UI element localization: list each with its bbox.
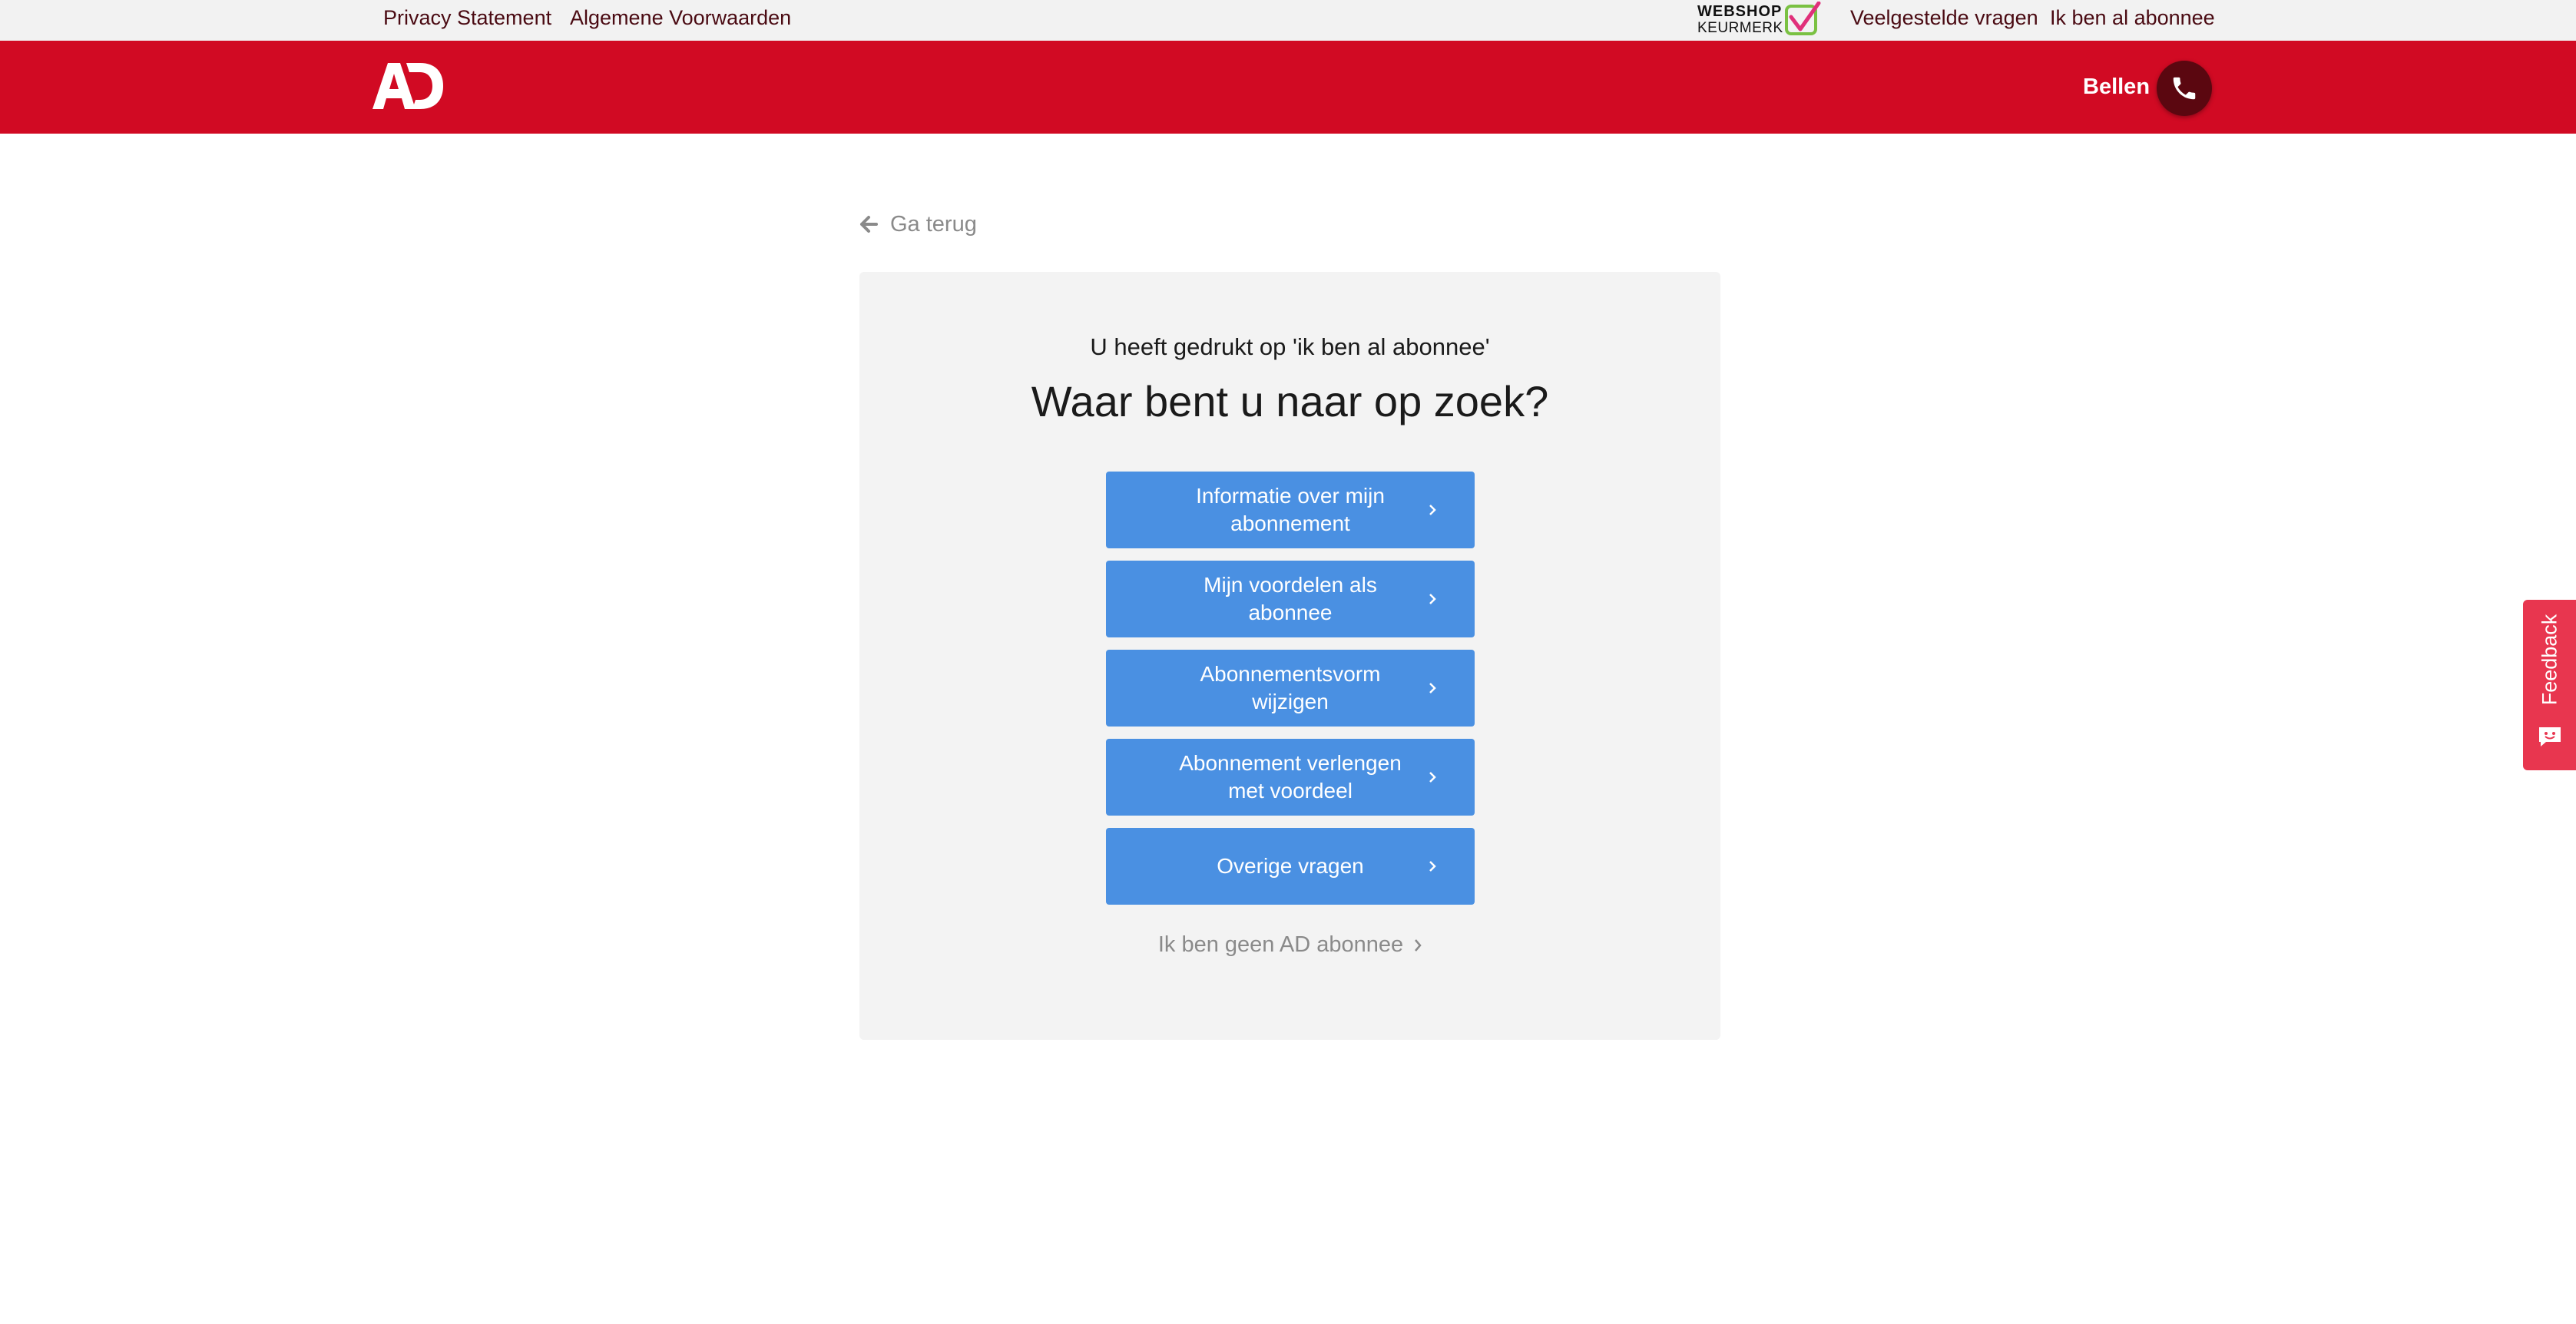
ad-logo[interactable]: [372, 61, 443, 111]
feedback-label: Feedback: [2538, 614, 2561, 706]
back-link[interactable]: Ga terug: [859, 210, 977, 238]
webshop-keurmerk-logo[interactable]: WEBSHOP KEURMERK: [1697, 2, 1822, 37]
terms-link[interactable]: Algemene Voorwaarden: [570, 6, 791, 30]
keurmerk-line1: WEBSHOP: [1697, 3, 1783, 20]
call-button[interactable]: [2157, 61, 2212, 116]
ad-logo-icon: [372, 63, 443, 109]
chevron-right-icon: [1429, 683, 1436, 693]
chevron-right-icon: [1429, 594, 1436, 604]
option-button-subscription-info[interactable]: Informatie over mijn abonnement: [1106, 472, 1475, 548]
not-subscriber-label: Ik ben geen AD abonnee: [1157, 932, 1404, 957]
option-label: Overige vragen: [1217, 854, 1364, 878]
already-subscriber-link[interactable]: Ik ben al abonnee: [2050, 6, 2215, 30]
phone-icon: [2173, 77, 2196, 100]
option-label: Informatie over mijn abonnement: [1196, 484, 1385, 535]
chevron-right-icon: [1429, 505, 1436, 515]
keurmerk-line2: KEURMERK: [1697, 20, 1783, 36]
card-subtitle: U heeft gedrukt op 'ik ben al abonnee': [1090, 333, 1490, 360]
option-button-subscriber-benefits[interactable]: Mijn voordelen als abonnee: [1106, 561, 1475, 637]
chevron-right-icon: [1429, 772, 1436, 783]
feedback-tab[interactable]: Feedback: [2523, 600, 2576, 770]
option-button-change-subscription[interactable]: Abonnementsvorm wijzigen: [1106, 650, 1475, 727]
arrow-left-icon: [860, 216, 878, 233]
option-button-renew-subscription[interactable]: Abonnement verlengen met voordeel: [1106, 739, 1475, 816]
call-label[interactable]: Bellen: [2083, 74, 2150, 100]
privacy-statement-link[interactable]: Privacy Statement: [383, 6, 551, 30]
feedback-smiley-icon: [2539, 727, 2561, 746]
chevron-right-icon: [1415, 938, 1422, 952]
keurmerk-check-icon: [1785, 2, 1821, 35]
option-button-other-questions[interactable]: Overige vragen: [1106, 828, 1475, 905]
faq-link[interactable]: Veelgestelde vragen: [1850, 6, 2038, 30]
site-header: Bellen: [0, 41, 2576, 134]
option-label: Abonnementsvorm wijzigen: [1200, 662, 1381, 713]
card-title: Waar bent u naar op zoek?: [1031, 377, 1549, 425]
question-card: U heeft gedrukt op 'ik ben al abonnee' W…: [859, 272, 1720, 1040]
back-link-label: Ga terug: [890, 211, 977, 237]
not-subscriber-link[interactable]: Ik ben geen AD abonnee: [859, 932, 1720, 958]
option-label: Abonnement verlengen met voordeel: [1179, 751, 1402, 803]
chevron-right-icon: [1429, 861, 1436, 872]
utility-bar: Privacy Statement Algemene Voorwaarden W…: [0, 0, 2576, 41]
option-label: Mijn voordelen als abonnee: [1204, 573, 1377, 624]
